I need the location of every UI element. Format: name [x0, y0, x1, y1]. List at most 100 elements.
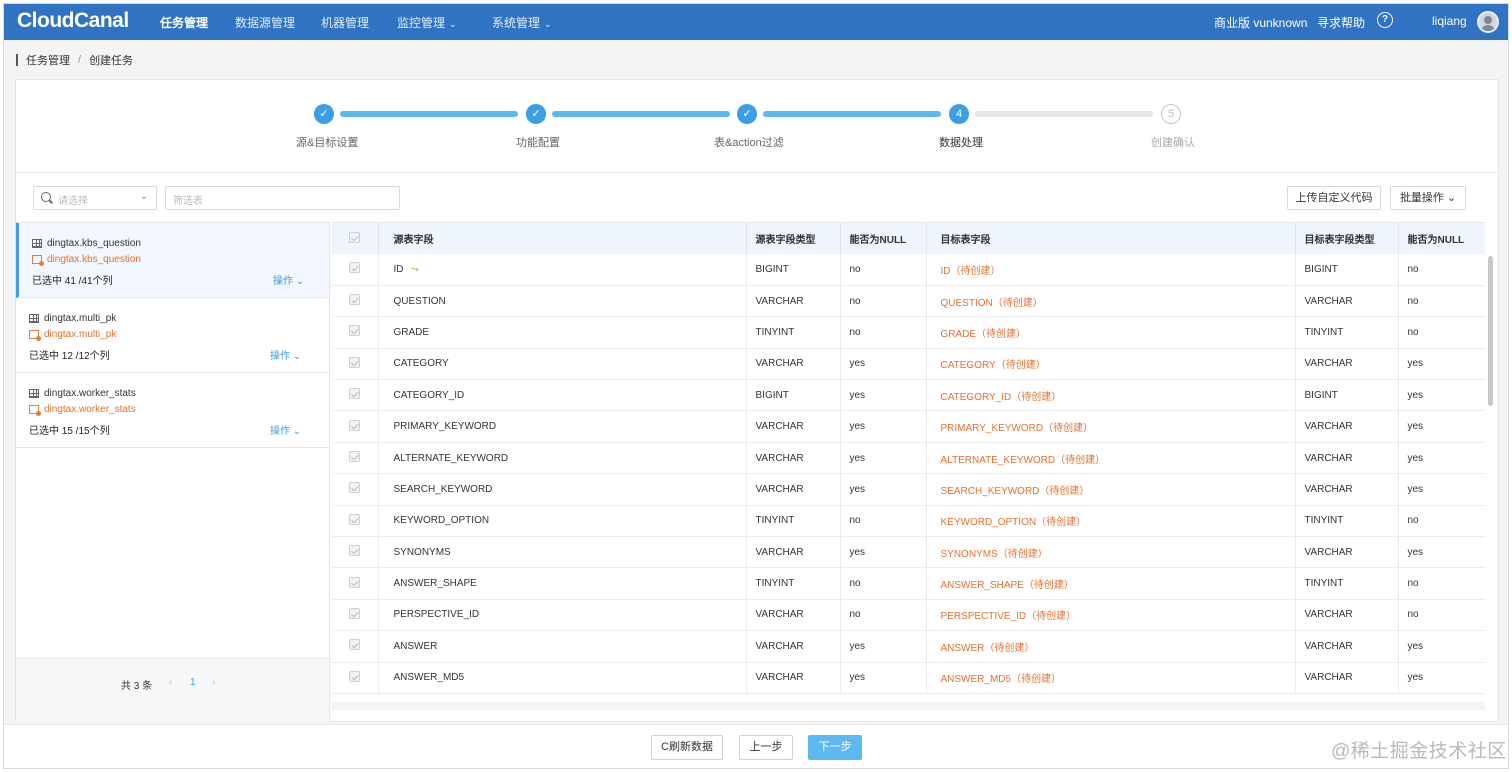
table-list-item[interactable]: dingtax.kbs_question dingtax.kbs_questio… — [16, 223, 329, 298]
refresh-data-button[interactable]: C刷新数据 — [651, 735, 723, 760]
target-type[interactable]: TINYINT — [1295, 567, 1399, 600]
target-field[interactable]: PRIMARY_KEYWORD（待创建） — [926, 410, 1296, 443]
target-type[interactable]: VARCHAR — [1295, 348, 1399, 380]
checkbox-icon[interactable] — [349, 388, 360, 400]
db-select[interactable]: 请选择 ⌄ — [33, 186, 157, 210]
target-type[interactable]: BIGINT — [1295, 254, 1399, 286]
checkbox-icon[interactable] — [349, 576, 360, 588]
target-nullable[interactable]: yes — [1398, 410, 1485, 443]
nav-task-management[interactable]: 任务管理 — [160, 14, 208, 31]
target-nullable[interactable]: yes — [1398, 536, 1485, 568]
target-type[interactable]: TINYINT — [1295, 505, 1399, 537]
target-type[interactable]: TINYINT — [1295, 316, 1399, 349]
table-row[interactable]: ANSWER_MD5 VARCHAR yes ANSWER_MD5（待创建） VARCH… — [332, 662, 1485, 694]
table-row[interactable]: SEARCH_KEYWORD VARCHAR yes SEARCH_KEYWORD（待… — [332, 473, 1485, 506]
checkbox-icon[interactable] — [349, 325, 360, 337]
row-checkbox[interactable] — [332, 536, 379, 568]
target-nullable[interactable]: no — [1398, 285, 1485, 317]
table-list-item[interactable]: dingtax.multi_pk dingtax.multi_pk 已选中 12… — [16, 298, 329, 373]
row-checkbox[interactable] — [332, 630, 379, 663]
prev-step-button[interactable]: 上一步 — [739, 735, 793, 760]
table-row[interactable]: CATEGORY_ID BIGINT yes CATEGORY_ID（待创建） BIGI… — [332, 379, 1485, 411]
checkbox-icon[interactable] — [349, 639, 360, 651]
username[interactable]: liqiang — [1432, 14, 1467, 28]
target-field[interactable]: PERSPECTIVE_ID（待创建） — [926, 599, 1296, 631]
target-nullable[interactable]: yes — [1398, 379, 1485, 411]
checkbox-icon[interactable] — [349, 451, 360, 463]
target-nullable[interactable]: yes — [1398, 473, 1485, 506]
table-operation-menu[interactable]: 操作 ⌄ — [270, 422, 301, 437]
target-nullable[interactable]: no — [1398, 316, 1485, 349]
checkbox-icon[interactable] — [349, 670, 360, 682]
checkbox-icon[interactable] — [349, 262, 360, 274]
target-nullable[interactable]: yes — [1398, 348, 1485, 380]
table-row[interactable]: CATEGORY VARCHAR yes CATEGORY（待创建） VARCHAR ye… — [332, 348, 1485, 380]
target-type[interactable]: VARCHAR — [1295, 473, 1399, 506]
help-link[interactable]: 寻求帮助 — [1317, 14, 1365, 31]
batch-operation-button[interactable]: 批量操作 ⌄ — [1390, 186, 1466, 210]
checkbox-icon[interactable] — [349, 545, 360, 557]
table-operation-menu[interactable]: 操作 ⌄ — [270, 347, 301, 362]
target-field[interactable]: GRADE（待创建） — [926, 316, 1296, 349]
table-filter-input[interactable]: 筛选表 — [165, 186, 400, 210]
checkbox-icon[interactable] — [349, 607, 360, 619]
avatar[interactable] — [1477, 11, 1499, 33]
target-field[interactable]: QUESTION（待创建） — [926, 285, 1296, 317]
upload-custom-code-button[interactable]: 上传自定义代码 — [1287, 186, 1381, 210]
target-type[interactable]: VARCHAR — [1295, 410, 1399, 443]
target-type[interactable]: VARCHAR — [1295, 599, 1399, 631]
target-field[interactable]: CATEGORY_ID（待创建） — [926, 379, 1296, 411]
target-nullable[interactable]: yes — [1398, 442, 1485, 474]
table-row[interactable]: KEYWORD_OPTION TINYINT no KEYWORD_OPTION（待创… — [332, 505, 1485, 537]
checkbox-icon[interactable] — [349, 482, 360, 494]
table-row[interactable]: GRADE TINYINT no GRADE（待创建） TINYINT no — [332, 316, 1485, 349]
table-row[interactable]: ID ↘ BIGINT no ID（待创建） BIGINT no — [332, 254, 1485, 286]
table-row[interactable]: PERSPECTIVE_ID VARCHAR no PERSPECTIVE_ID（待创… — [332, 599, 1485, 631]
checkbox-icon[interactable] — [349, 356, 360, 368]
question-icon[interactable]: ? — [1377, 12, 1393, 28]
select-all-checkbox[interactable] — [332, 223, 379, 254]
row-checkbox[interactable] — [332, 662, 379, 694]
nav-monitor-management[interactable]: 监控管理 ⌄ — [397, 14, 457, 31]
row-checkbox[interactable] — [332, 316, 379, 349]
row-checkbox[interactable] — [332, 410, 379, 443]
target-type[interactable]: VARCHAR — [1295, 442, 1399, 474]
row-checkbox[interactable] — [332, 285, 379, 317]
table-list-item[interactable]: dingtax.worker_stats dingtax.worker_stat… — [16, 373, 329, 448]
target-field[interactable]: KEYWORD_OPTION（待创建） — [926, 505, 1296, 537]
next-step-button[interactable]: 下一步 — [808, 735, 862, 760]
scrollbar-thumb[interactable] — [1488, 256, 1493, 406]
row-checkbox[interactable] — [332, 567, 379, 600]
target-nullable[interactable]: yes — [1398, 630, 1485, 663]
table-row[interactable]: PRIMARY_KEYWORD VARCHAR yes PRIMARY_KEYWORD… — [332, 410, 1485, 443]
nav-datasource-management[interactable]: 数据源管理 — [235, 14, 295, 31]
target-field[interactable]: CATEGORY（待创建） — [926, 348, 1296, 380]
target-nullable[interactable]: no — [1398, 567, 1485, 600]
row-checkbox[interactable] — [332, 473, 379, 506]
target-field[interactable]: ALTERNATE_KEYWORD（待创建） — [926, 442, 1296, 474]
row-checkbox[interactable] — [332, 505, 379, 537]
target-nullable[interactable]: yes — [1398, 662, 1485, 694]
target-type[interactable]: VARCHAR — [1295, 536, 1399, 568]
target-field[interactable]: ID（待创建） — [926, 254, 1296, 286]
row-checkbox[interactable] — [332, 442, 379, 474]
target-field[interactable]: ANSWER_SHAPE（待创建） — [926, 567, 1296, 600]
prev-page-button[interactable]: ‹ — [169, 677, 172, 688]
row-checkbox[interactable] — [332, 599, 379, 631]
target-nullable[interactable]: no — [1398, 254, 1485, 286]
table-row[interactable]: ANSWER VARCHAR yes ANSWER（待创建） VARCHAR yes — [332, 630, 1485, 663]
target-type[interactable]: VARCHAR — [1295, 285, 1399, 317]
table-row[interactable]: QUESTION VARCHAR no QUESTION（待创建） VARCHAR no — [332, 285, 1485, 317]
cloudcanal-logo[interactable]: CloudCanal — [17, 9, 129, 33]
row-checkbox[interactable] — [332, 348, 379, 380]
row-checkbox[interactable] — [332, 254, 379, 286]
table-row[interactable]: ANSWER_SHAPE TINYINT no ANSWER_SHAPE（待创建） TI… — [332, 567, 1485, 600]
row-checkbox[interactable] — [332, 379, 379, 411]
nav-machine-management[interactable]: 机器管理 — [321, 14, 369, 31]
current-page[interactable]: 1 — [190, 677, 196, 688]
target-field[interactable]: ANSWER（待创建） — [926, 630, 1296, 663]
table-operation-menu[interactable]: 操作 ⌄ — [273, 272, 304, 287]
nav-system-management[interactable]: 系统管理 ⌄ — [492, 14, 552, 31]
target-field[interactable]: ANSWER_MD5（待创建） — [926, 662, 1296, 694]
target-type[interactable]: BIGINT — [1295, 379, 1399, 411]
